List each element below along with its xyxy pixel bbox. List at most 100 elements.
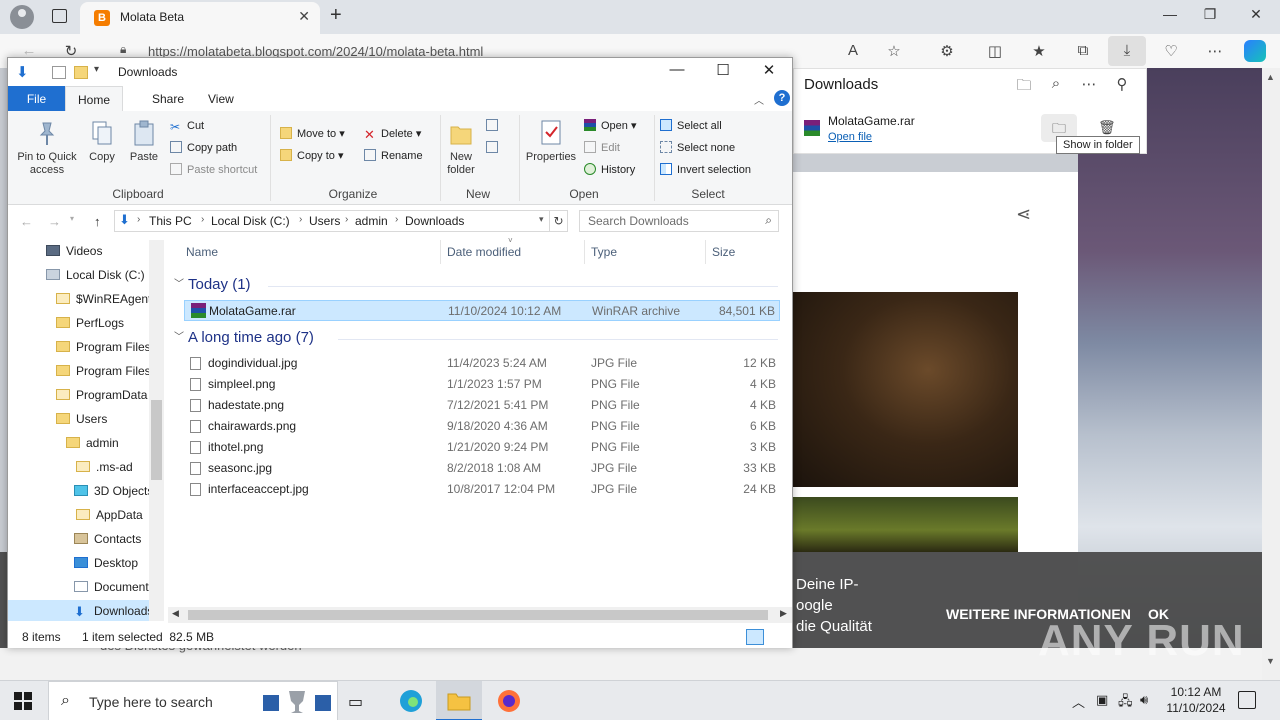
open-button[interactable]: Open ▾ <box>584 117 637 135</box>
tab-share[interactable]: Share <box>140 86 196 112</box>
new-folder-quick-icon[interactable] <box>74 66 88 79</box>
favorite-star-icon[interactable]: ☆ <box>883 42 905 60</box>
copilot-icon[interactable] <box>1244 40 1266 62</box>
notifications-icon[interactable] <box>1238 691 1256 709</box>
column-divider[interactable] <box>440 240 441 264</box>
explorer-maximize-button[interactable]: ☐ <box>708 61 738 79</box>
column-size[interactable]: Size <box>712 245 735 259</box>
breadcrumb-users[interactable]: Users <box>309 214 340 228</box>
properties-button[interactable]: Properties <box>522 119 580 164</box>
delete-button[interactable]: ✕ Delete ▾ <box>364 125 421 143</box>
details-view-button[interactable] <box>746 629 764 645</box>
nav-item-videos[interactable]: Videos <box>46 240 102 262</box>
group-header-today[interactable]: ﹀ Today (1) <box>174 275 251 293</box>
edge-taskbar-icon[interactable] <box>398 689 424 713</box>
copy-to-button[interactable]: Copy to ▾ <box>280 147 344 165</box>
search-downloads-icon[interactable]: ⌕ <box>1046 75 1066 92</box>
more-menu-icon[interactable]: ⋯ <box>1204 42 1226 60</box>
pin-icon[interactable]: ⚲ <box>1112 75 1132 93</box>
tab-actions-icon[interactable] <box>52 9 67 23</box>
file-list-horizontal-scrollbar[interactable]: ◀ ▶ <box>168 607 792 623</box>
share-icon[interactable]: ⋖ <box>1016 204 1031 225</box>
pin-quick-access-button[interactable]: Pin to Quick access <box>14 119 80 177</box>
address-dropdown-icon[interactable]: ▾ <box>539 214 544 225</box>
tab-close-icon[interactable]: ✕ <box>298 8 310 25</box>
file-row[interactable]: seasonc.jpg 8/2/2018 1:08 AM JPG File 33 KB <box>184 458 780 479</box>
show-hidden-icons-icon[interactable]: ︿ <box>1072 692 1085 711</box>
nav-item-perflogs[interactable]: PerfLogs <box>56 312 124 334</box>
task-view-icon[interactable]: ▭ <box>348 692 374 716</box>
nav-item-users[interactable]: Users <box>56 408 107 430</box>
scroll-up-icon[interactable]: ▲ <box>1266 72 1275 82</box>
breadcrumb-this-pc[interactable]: This PC <box>149 214 192 228</box>
select-none-button[interactable]: Select none <box>660 139 735 157</box>
read-aloud-icon[interactable]: A <box>842 42 864 59</box>
more-options-icon[interactable]: ⋯ <box>1079 75 1099 93</box>
breadcrumb-local-disk[interactable]: Local Disk (C:) <box>211 214 290 228</box>
explorer-address-bar[interactable]: ⬇ › This PC › Local Disk (C:) › Users › … <box>114 210 550 232</box>
rename-button[interactable]: Rename <box>364 147 423 165</box>
nav-pane-scrollbar[interactable] <box>149 240 164 621</box>
cut-button[interactable]: ✂ Cut <box>170 117 204 135</box>
nav-item-downloads[interactable]: ⬇ Downloads <box>8 600 153 621</box>
breadcrumb-downloads[interactable]: Downloads <box>405 214 464 228</box>
file-row[interactable]: ithotel.png 1/21/2020 9:24 PM PNG File 3 KB <box>184 437 780 458</box>
network-icon[interactable]: 🖧︎ <box>1118 692 1133 714</box>
collapse-ribbon-icon[interactable]: ︿ <box>754 92 764 107</box>
scroll-left-icon[interactable]: ◀ <box>172 608 179 619</box>
customize-quick-access-icon[interactable]: ▾ <box>94 64 99 75</box>
nav-pane-scroll-thumb[interactable] <box>151 400 162 480</box>
nav-item-program-files-x86[interactable]: Program Files <box>56 360 151 382</box>
refresh-button[interactable]: ↻ <box>550 210 568 232</box>
file-row[interactable]: interfaceaccept.jpg 10/8/2017 12:04 PM JPG… <box>184 479 780 500</box>
taskbar-search-box[interactable]: ⌕ Type here to search <box>48 681 338 720</box>
nav-item-programdata[interactable]: ProgramData <box>56 384 147 406</box>
properties-quick-icon[interactable] <box>52 66 66 79</box>
nav-forward-icon[interactable]: → <box>48 214 61 229</box>
scroll-down-icon[interactable]: ▼ <box>1266 656 1275 666</box>
split-screen-icon[interactable]: ◫ <box>984 42 1006 60</box>
file-row[interactable]: dogindividual.jpg 11/4/2023 5:24 AM JPG Fi… <box>184 353 780 374</box>
large-icons-view-button[interactable] <box>768 629 786 645</box>
firefox-taskbar-icon[interactable] <box>496 689 522 713</box>
start-button[interactable] <box>14 692 32 710</box>
copy-path-button[interactable]: Copy path <box>170 139 237 157</box>
open-file-link[interactable]: Open file <box>828 131 872 143</box>
invert-selection-button[interactable]: Invert selection <box>660 161 751 179</box>
explorer-minimize-button[interactable]: — <box>662 61 692 78</box>
new-item-button[interactable] <box>486 117 512 135</box>
easy-access-button[interactable] <box>486 139 512 157</box>
taskbar-clock[interactable]: 10:12 AM 11/10/2024 <box>1160 684 1232 716</box>
nav-up-icon[interactable]: ↑ <box>94 214 101 229</box>
nav-item-winreagent[interactable]: $WinREAgent <box>56 288 151 310</box>
history-button[interactable]: History <box>584 161 635 179</box>
file-row[interactable]: hadestate.png 7/12/2021 5:41 PM PNG File 4 … <box>184 395 780 416</box>
volume-icon[interactable]: 🔊︎ <box>1140 692 1148 708</box>
tab-file[interactable]: File <box>8 86 65 112</box>
delete-download-icon[interactable]: 🗑︎ <box>1098 119 1116 136</box>
help-icon[interactable]: ? <box>774 90 790 106</box>
select-all-button[interactable]: Select all <box>660 117 722 135</box>
nav-item-ms-ad[interactable]: .ms-ad <box>76 456 133 478</box>
copy-button[interactable]: Copy <box>84 119 120 164</box>
device-icon[interactable]: ▣ <box>1096 692 1108 708</box>
explorer-search-box[interactable]: Search Downloads ⌕ <box>579 210 779 232</box>
nav-item-contacts[interactable]: Contacts <box>74 528 141 550</box>
explorer-close-button[interactable]: ✕ <box>754 61 784 79</box>
nav-item-3d-objects[interactable]: 3D Objects <box>74 480 153 502</box>
column-divider[interactable] <box>584 240 585 264</box>
column-name[interactable]: Name <box>186 245 218 259</box>
nav-item-desktop[interactable]: Desktop <box>74 552 138 574</box>
column-type[interactable]: Type <box>591 245 617 259</box>
browser-tab[interactable]: B Molata Beta ✕ <box>80 2 320 34</box>
browser-minimize-button[interactable]: — <box>1160 6 1180 22</box>
move-to-button[interactable]: Move to ▾ <box>280 125 345 143</box>
breadcrumb-admin[interactable]: admin <box>355 214 388 228</box>
nav-back-icon[interactable]: ← <box>20 214 33 229</box>
column-divider[interactable] <box>705 240 706 264</box>
extensions-icon[interactable]: ⚙ <box>936 42 958 60</box>
browser-restore-button[interactable]: ❐ <box>1200 6 1220 23</box>
tab-view[interactable]: View <box>196 86 246 112</box>
nav-item-program-files[interactable]: Program Files <box>56 336 151 358</box>
group-header-long-ago[interactable]: ﹀ A long time ago (7) <box>174 328 314 346</box>
